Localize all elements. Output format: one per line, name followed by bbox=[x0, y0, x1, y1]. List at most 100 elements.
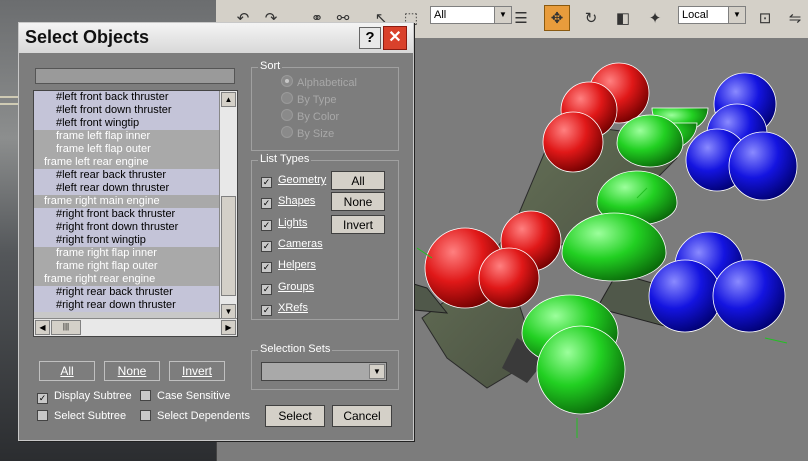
object-list-item[interactable]: #right front down thruster bbox=[34, 221, 237, 234]
scroll-right-icon[interactable]: ▶ bbox=[221, 320, 236, 335]
object-list-item[interactable]: frame left rear engine bbox=[34, 156, 230, 169]
object-list-item[interactable]: frame right rear engine bbox=[34, 273, 230, 286]
display-subtree-checkbox[interactable]: ✓ bbox=[37, 393, 48, 404]
list-type-checkbox[interactable]: ✓ bbox=[261, 240, 272, 252]
sphere-blue-4 bbox=[728, 131, 798, 201]
case-sensitive-option[interactable]: Case Sensitive bbox=[140, 388, 230, 404]
object-list[interactable]: #left front back thruster #left front dow… bbox=[33, 90, 238, 337]
list-none-button[interactable]: None bbox=[104, 361, 160, 381]
object-list-item[interactable]: frame right main engine bbox=[34, 195, 230, 208]
list-type-label: Shapes bbox=[278, 195, 316, 208]
select-subtree-option[interactable]: Select Subtree bbox=[37, 408, 126, 424]
cancel-button-label: Cancel bbox=[343, 409, 381, 423]
sort-option[interactable]: By Size bbox=[281, 126, 334, 142]
dialog-titlebar[interactable]: Select Objects ? ✕ bbox=[19, 23, 413, 53]
object-list-item[interactable]: frame right flap inner bbox=[34, 247, 237, 260]
move-tool-icon[interactable]: ✥ bbox=[544, 5, 570, 31]
object-list-item[interactable]: #left front back thruster bbox=[34, 91, 237, 104]
types-all-label: All bbox=[351, 174, 365, 188]
selection-sets-combo[interactable]: ▼ bbox=[261, 362, 387, 381]
types-none-button[interactable]: None bbox=[331, 192, 385, 211]
select-dependents-label: Select Dependents bbox=[157, 410, 250, 422]
list-type-label: Helpers bbox=[278, 259, 316, 272]
list-type-checkbox[interactable]: ✓ bbox=[261, 262, 272, 274]
scroll-up-icon[interactable]: ▲ bbox=[221, 92, 236, 107]
reference-coord-combo[interactable]: Local ▼ bbox=[678, 6, 746, 24]
types-none-label: None bbox=[343, 195, 373, 209]
display-subtree-label: Display Subtree bbox=[54, 390, 132, 402]
sort-option-label: By Size bbox=[297, 128, 335, 140]
horizontal-scroll-thumb[interactable]: ||| bbox=[51, 320, 81, 335]
list-type-option[interactable]: ✓ Groups bbox=[261, 279, 314, 295]
object-list-item[interactable]: frame right flap outer bbox=[34, 260, 237, 273]
close-icon: ✕ bbox=[388, 29, 402, 46]
sort-group-title: Sort bbox=[258, 60, 283, 72]
types-all-button[interactable]: All bbox=[331, 171, 385, 190]
sort-radio[interactable] bbox=[281, 126, 293, 138]
name-filter-input[interactable] bbox=[35, 68, 235, 84]
select-button[interactable]: Select bbox=[265, 405, 325, 427]
list-type-checkbox[interactable]: ✓ bbox=[261, 283, 272, 295]
manipulate-icon[interactable]: ✦ bbox=[642, 5, 668, 31]
sort-radio[interactable] bbox=[281, 92, 293, 104]
sort-option[interactable]: By Color bbox=[281, 109, 339, 125]
help-button[interactable]: ? bbox=[359, 27, 381, 49]
mirror-icon[interactable]: ⇋ bbox=[782, 5, 808, 31]
sort-radio[interactable] bbox=[281, 109, 293, 121]
object-list-item[interactable]: #right rear back thruster bbox=[34, 286, 237, 299]
select-objects-dialog: Select Objects ? ✕ #left front back thru… bbox=[18, 22, 414, 441]
list-type-checkbox[interactable]: ✓ bbox=[261, 177, 272, 188]
list-types-title: List Types bbox=[258, 153, 312, 165]
vertical-scroll-thumb[interactable] bbox=[221, 196, 236, 296]
select-dependents-checkbox[interactable] bbox=[140, 410, 151, 421]
object-list-item[interactable]: frame left flap inner bbox=[34, 130, 237, 143]
select-by-name-icon[interactable]: ☰ bbox=[508, 5, 534, 31]
list-type-label: Cameras bbox=[278, 237, 323, 250]
object-list-item[interactable]: #left front down thruster bbox=[34, 104, 237, 117]
select-button-label: Select bbox=[278, 409, 312, 423]
object-list-item[interactable]: #left rear down thruster bbox=[34, 182, 237, 195]
select-subtree-checkbox[interactable] bbox=[37, 410, 48, 421]
case-sensitive-checkbox[interactable] bbox=[140, 390, 151, 401]
display-subtree-option[interactable]: ✓ Display Subtree bbox=[37, 388, 132, 404]
list-all-button[interactable]: All bbox=[39, 361, 95, 381]
scroll-left-icon[interactable]: ◀ bbox=[35, 320, 50, 335]
sort-radio[interactable] bbox=[281, 75, 293, 87]
object-list-item[interactable]: #right front wingtip bbox=[34, 234, 237, 247]
list-type-option[interactable]: ✓ Shapes bbox=[261, 193, 316, 210]
types-invert-label: Invert bbox=[342, 218, 373, 232]
sort-option-label: By Color bbox=[297, 111, 340, 123]
pivot-center-icon[interactable]: ⊡ bbox=[752, 5, 778, 31]
object-list-item[interactable]: #left rear back thruster bbox=[34, 169, 237, 182]
sort-option[interactable]: By Type bbox=[281, 92, 337, 108]
sort-option-label: Alphabetical bbox=[297, 77, 357, 89]
object-list-item[interactable]: frame left flap outer bbox=[34, 143, 237, 156]
list-type-checkbox[interactable]: ✓ bbox=[261, 304, 272, 316]
dialog-title: Select Objects bbox=[25, 27, 150, 47]
types-invert-button[interactable]: Invert bbox=[331, 215, 385, 234]
list-invert-button[interactable]: Invert bbox=[169, 361, 225, 381]
select-dependents-option[interactable]: Select Dependents bbox=[140, 408, 250, 424]
selection-filter-combo[interactable]: All ▼ bbox=[430, 6, 512, 24]
vertical-scrollbar[interactable]: ▲ ▼ bbox=[219, 91, 237, 320]
list-type-checkbox[interactable]: ✓ bbox=[261, 198, 272, 210]
scale-tool-icon[interactable]: ◧ bbox=[610, 5, 636, 31]
list-type-option[interactable]: ✓ Lights bbox=[261, 215, 307, 231]
scroll-down-icon[interactable]: ▼ bbox=[221, 304, 236, 319]
close-button[interactable]: ✕ bbox=[383, 26, 407, 50]
rotate-tool-icon[interactable]: ↻ bbox=[578, 5, 604, 31]
object-list-item[interactable]: #left front wingtip bbox=[34, 117, 237, 130]
list-type-checkbox[interactable]: ✓ bbox=[261, 219, 272, 231]
list-type-option[interactable]: ✓ Cameras bbox=[261, 236, 323, 252]
object-list-item[interactable]: #right front back thruster bbox=[34, 208, 237, 221]
sphere-blue-6 bbox=[648, 259, 722, 333]
horizontal-scrollbar[interactable]: ◀ ||| ▶ bbox=[34, 318, 237, 336]
list-type-option[interactable]: ✓ XRefs bbox=[261, 300, 308, 316]
list-type-option[interactable]: ✓ Geometry bbox=[261, 172, 326, 188]
cancel-button[interactable]: Cancel bbox=[332, 405, 392, 427]
object-list-item[interactable]: #right rear down thruster bbox=[34, 299, 237, 312]
sort-option[interactable]: Alphabetical bbox=[281, 75, 357, 91]
list-type-option[interactable]: ✓ Helpers bbox=[261, 257, 316, 274]
object-list-rows: #left front back thruster #left front dow… bbox=[34, 91, 237, 312]
chevron-down-icon[interactable]: ▼ bbox=[369, 364, 385, 379]
